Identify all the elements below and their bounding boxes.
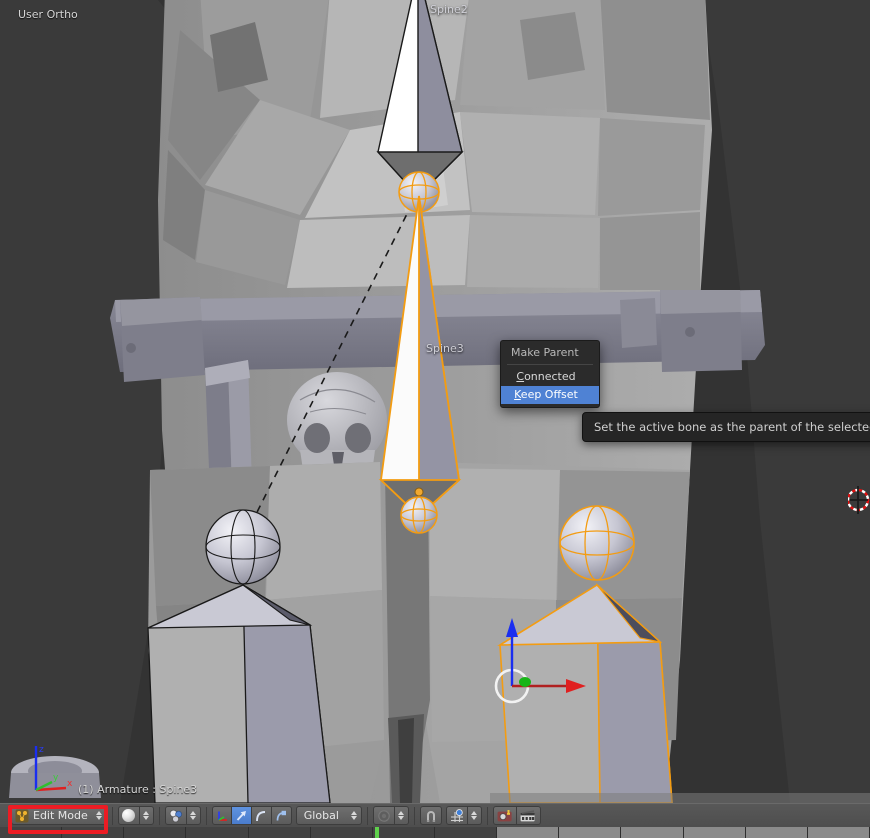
menu-item-connected[interactable]: Connected [501, 368, 599, 386]
menu-item-connected-rest: onnected [524, 370, 576, 383]
active-object-info: (1) Armature : Spine3 [78, 783, 198, 796]
viewport-shading-solid-icon [122, 809, 136, 822]
proportional-edit-stepper-wrap[interactable] [394, 806, 409, 825]
render-animation-icon [520, 809, 535, 821]
magnet-snap-icon [426, 810, 435, 822]
toolbar-divider-4 [366, 806, 368, 825]
rotate-manipulator-icon [256, 810, 266, 821]
timeline-segment[interactable] [807, 827, 870, 838]
toolbar-divider-1 [111, 806, 113, 825]
manipulator-button-group[interactable] [211, 806, 292, 825]
menu-item-connected-accel: C [516, 370, 525, 383]
pivot-point-icon [169, 809, 182, 822]
timeline-segment[interactable] [0, 827, 63, 838]
mini-axis-gizmo: z x y [34, 745, 73, 792]
translate-manipulator-icon [237, 810, 247, 821]
snap-target-stepper-wrap[interactable] [467, 806, 482, 825]
bone-label-spine3: Spine3 [426, 342, 464, 355]
translate-manipulator-widget[interactable] [488, 608, 598, 708]
shading-group[interactable] [117, 806, 154, 825]
viewport-shading-stepper[interactable] [142, 811, 151, 820]
transform-orientation-label: Global [303, 809, 339, 822]
translate-manipulator-button[interactable] [231, 806, 252, 825]
snap-target-stepper[interactable] [470, 811, 479, 820]
popup-divider [507, 364, 593, 365]
timeline-playhead[interactable] [375, 827, 379, 838]
timeline-segment[interactable] [434, 827, 498, 838]
toolbar-divider-5 [413, 806, 415, 825]
bone-joint-spine3-tail [400, 496, 438, 534]
toolbar-divider-6 [486, 806, 488, 825]
blender-window: User Ortho (1) Armature : Spine3 Spine2 … [0, 0, 870, 838]
pivot-point-dropdown[interactable] [164, 806, 187, 825]
toolbar-divider-2 [158, 806, 160, 825]
view-name-label: User Ortho [18, 8, 78, 21]
timeline-segment[interactable] [621, 827, 684, 838]
snap-target-closest-icon [450, 808, 463, 822]
timeline-segment[interactable] [124, 827, 187, 838]
tooltip: Set the active bone as the parent of the… [582, 412, 870, 442]
transform-orientation-stepper[interactable] [350, 811, 359, 820]
scale-manipulator-icon [276, 810, 287, 821]
timeline-segment[interactable] [248, 827, 311, 838]
pivot-stepper[interactable] [189, 811, 198, 820]
mode-dropdown[interactable]: Edit Mode [11, 806, 107, 825]
viewport-header-toolbar[interactable]: Edit Mode Global [0, 803, 870, 827]
timeline-segment[interactable] [497, 827, 560, 838]
timeline-strip[interactable] [0, 827, 870, 838]
snap-magnet-button[interactable] [419, 806, 442, 825]
viewport-shading-dropdown[interactable] [117, 806, 140, 825]
timeline-segment[interactable] [310, 827, 373, 838]
character-mesh [0, 0, 870, 803]
bone-label-spine2: Spine2 [430, 3, 468, 16]
menu-item-keep-offset[interactable]: Keep Offset [501, 386, 599, 404]
rotate-manipulator-button[interactable] [251, 806, 272, 825]
snap-target-dropdown[interactable] [445, 806, 468, 825]
render-animation-button[interactable] [516, 806, 541, 825]
pivot-stepper-wrap[interactable] [186, 806, 201, 825]
timeline-segment[interactable] [62, 827, 125, 838]
proportional-edit-stepper[interactable] [397, 811, 406, 820]
transform-orientation-dropdown[interactable]: Global [295, 806, 362, 825]
3d-cursor [848, 486, 870, 514]
tooltip-text: Set the active bone as the parent of the… [594, 420, 870, 434]
render-image-button[interactable] [492, 806, 517, 825]
snap-target-group[interactable] [445, 806, 482, 825]
edit-mode-armature-icon [15, 809, 29, 822]
render-button-group[interactable] [492, 806, 541, 825]
proportional-edit-dropdown[interactable] [372, 806, 395, 825]
mode-dropdown-stepper[interactable] [95, 811, 104, 820]
menu-item-keep-offset-accel: K [514, 388, 521, 401]
timeline-segment[interactable] [186, 827, 249, 838]
menu-item-keep-offset-rest: eep Offset [520, 388, 578, 401]
timeline-segment[interactable] [372, 827, 435, 838]
popup-title: Make Parent [511, 346, 579, 359]
manipulator-toggle-icon [217, 811, 227, 821]
toolbar-divider-3 [205, 806, 207, 825]
mode-dropdown-label: Edit Mode [33, 809, 88, 822]
svg-text:y: y [53, 773, 59, 783]
3d-viewport[interactable]: User Ortho (1) Armature : Spine3 Spine2 … [0, 0, 870, 803]
scale-manipulator-button[interactable] [271, 806, 292, 825]
proportional-edit-off-icon [378, 809, 390, 822]
make-parent-popup-menu[interactable]: Make Parent Connected Keep Offset [500, 340, 600, 408]
timeline-segment[interactable] [683, 827, 746, 838]
viewport-shading-stepper-wrap[interactable] [139, 806, 154, 825]
pivot-group[interactable] [164, 806, 201, 825]
render-image-icon [497, 809, 512, 821]
timeline-segment[interactable] [559, 827, 622, 838]
manipulator-toggle-button[interactable] [211, 806, 232, 825]
timeline-segment[interactable] [745, 827, 808, 838]
svg-text:z: z [39, 745, 44, 755]
proportional-edit-group[interactable] [372, 806, 409, 825]
svg-text:x: x [67, 779, 73, 789]
